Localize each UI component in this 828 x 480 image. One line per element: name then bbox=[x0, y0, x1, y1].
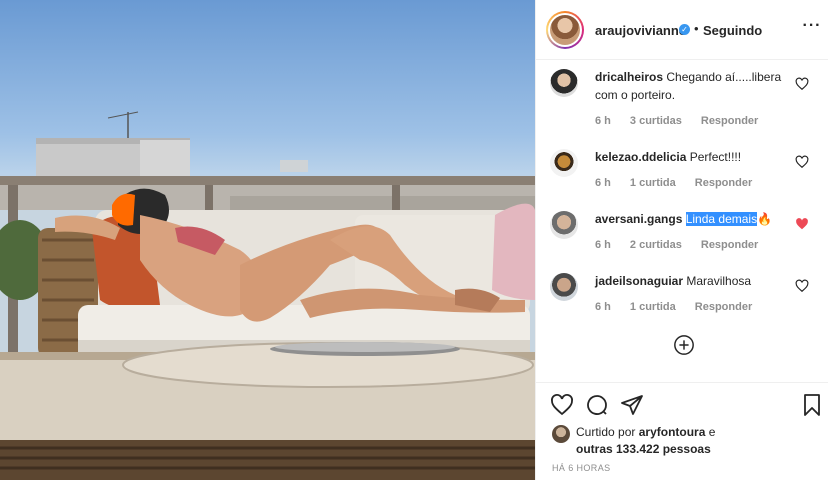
comment-username[interactable]: dricalheiros bbox=[595, 70, 663, 84]
comment-likes[interactable]: 1 curtida bbox=[630, 177, 676, 189]
photo-illustration bbox=[0, 111, 535, 480]
profile-avatar[interactable] bbox=[546, 11, 584, 49]
comment-avatar[interactable] bbox=[550, 273, 578, 301]
avatar-image bbox=[550, 15, 580, 45]
post-side-panel: araujovivianne ✓ • Seguindo ··· dricalhe… bbox=[535, 0, 828, 480]
comment-likes[interactable]: 1 curtida bbox=[630, 301, 676, 313]
reply-button[interactable]: Responder bbox=[701, 115, 758, 127]
following-button[interactable]: Seguindo bbox=[703, 23, 762, 38]
heart-icon[interactable] bbox=[550, 393, 574, 417]
heart-icon[interactable] bbox=[795, 77, 809, 91]
comment-username[interactable]: kelezao.ddelicia bbox=[595, 150, 686, 164]
heart-icon[interactable] bbox=[795, 279, 809, 293]
comment-avatar[interactable] bbox=[550, 211, 578, 239]
fire-emoji: 🔥 bbox=[757, 212, 773, 226]
likes-prefix: Curtido por bbox=[576, 425, 636, 439]
comment-time: 6 h bbox=[595, 239, 611, 251]
likes-others[interactable]: outras 133.422 pessoas bbox=[576, 442, 711, 456]
bookmark-icon[interactable] bbox=[800, 393, 824, 417]
comment-text: kelezao.ddelicia Perfect!!!! bbox=[595, 148, 795, 166]
plus-circle-icon[interactable] bbox=[673, 334, 695, 356]
comment-time: 6 h bbox=[595, 177, 611, 189]
comment-likes[interactable]: 2 curtidas bbox=[630, 239, 682, 251]
liker-username[interactable]: aryfontoura bbox=[639, 425, 706, 439]
more-icon[interactable]: ··· bbox=[802, 17, 822, 37]
likes-summary: Curtido por aryfontoura e outras 133.422… bbox=[576, 424, 776, 458]
comments-list: dricalheiros Chegando aí.....libera com … bbox=[536, 60, 828, 382]
post-photo[interactable] bbox=[0, 0, 535, 480]
post-actions: Curtido por aryfontoura e outras 133.422… bbox=[536, 382, 828, 480]
comment-time: 6 h bbox=[595, 301, 611, 313]
comment-text: dricalheiros Chegando aí.....libera com … bbox=[595, 68, 795, 104]
comment-text: jadeilsonaguiar Maravilhosa bbox=[595, 272, 795, 290]
comment-time: 6 h bbox=[595, 115, 611, 127]
comment-body: Perfect!!!! bbox=[689, 150, 742, 164]
header-separator: • bbox=[694, 21, 699, 36]
comment-icon[interactable] bbox=[585, 393, 609, 417]
comment-meta: 6 h 3 curtidas Responder bbox=[595, 115, 758, 127]
instagram-post: araujovivianne ✓ • Seguindo ··· dricalhe… bbox=[0, 0, 828, 480]
verified-icon: ✓ bbox=[679, 24, 690, 35]
post-timestamp[interactable]: HÁ 6 HORAS bbox=[552, 463, 611, 473]
post-header: araujovivianne ✓ • Seguindo ··· bbox=[536, 0, 828, 60]
heart-liked-icon[interactable] bbox=[795, 217, 809, 231]
share-icon[interactable] bbox=[620, 393, 644, 417]
comment-likes[interactable]: 3 curtidas bbox=[630, 115, 682, 127]
comment-body: Maravilhosa bbox=[686, 274, 752, 288]
post-username[interactable]: araujovivianne bbox=[595, 23, 686, 38]
comment-body: Linda demais bbox=[685, 212, 758, 226]
comment-username[interactable]: aversani.gangs bbox=[595, 212, 682, 226]
comment-username[interactable]: jadeilsonaguiar bbox=[595, 274, 683, 288]
comment-text: aversani.gangs Linda demais🔥 bbox=[595, 210, 795, 228]
heart-icon[interactable] bbox=[795, 155, 809, 169]
comment-meta: 6 h 1 curtida Responder bbox=[595, 301, 752, 313]
comment-avatar[interactable] bbox=[550, 69, 578, 97]
likes-conjunction: e bbox=[708, 425, 716, 439]
comment-avatar[interactable] bbox=[550, 149, 578, 177]
comment-meta: 6 h 2 curtidas Responder bbox=[595, 239, 758, 251]
comment-meta: 6 h 1 curtida Responder bbox=[595, 177, 752, 189]
avatar-inner bbox=[548, 13, 582, 47]
reply-button[interactable]: Responder bbox=[695, 301, 752, 313]
liker-avatar[interactable] bbox=[552, 425, 570, 443]
reply-button[interactable]: Responder bbox=[695, 177, 752, 189]
reply-button[interactable]: Responder bbox=[701, 239, 758, 251]
